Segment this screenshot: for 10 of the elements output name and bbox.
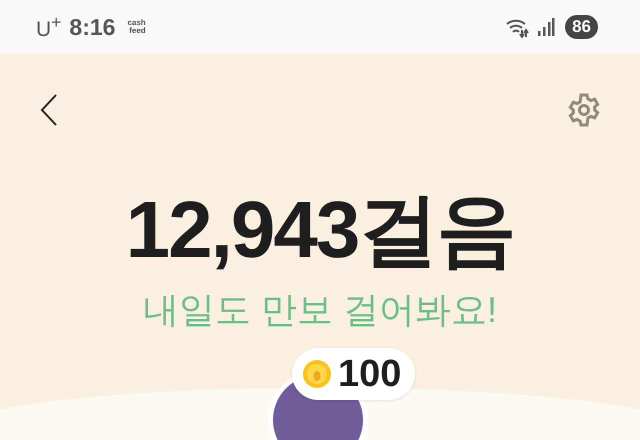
battery-level: 86 bbox=[565, 15, 598, 39]
carrier-name: U$^{+}$ bbox=[36, 12, 62, 42]
encouragement-message: 내일도 만보 걸어봐요! bbox=[142, 288, 497, 332]
settings-icon[interactable] bbox=[566, 92, 602, 128]
step-count: 12,943걸음 bbox=[126, 184, 514, 276]
coin-icon bbox=[302, 359, 332, 389]
reward-amount: 100 bbox=[338, 352, 402, 396]
signal-icon bbox=[537, 17, 556, 37]
clock-time: 8:16 bbox=[69, 14, 116, 40]
app-logo: cash feed bbox=[127, 19, 146, 35]
